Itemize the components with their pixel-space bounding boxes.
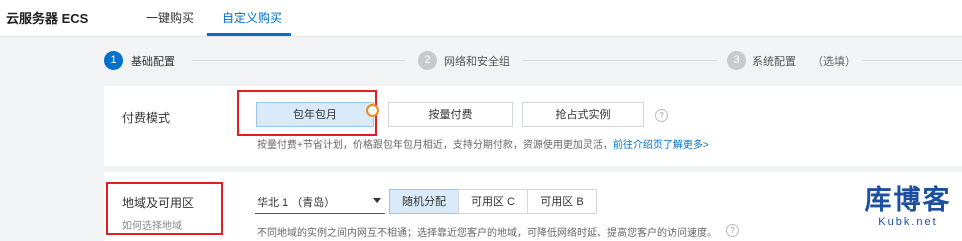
billing-section: 付费模式 包年包月 按量付费 抢占式实例 ? 按量付费+节省计划，价格跟包年包月… xyxy=(104,86,962,166)
tab-one-click-buy[interactable]: 一键购买 xyxy=(146,9,194,26)
step-connector xyxy=(522,60,717,61)
highlight-box xyxy=(106,182,223,235)
tab-custom-buy[interactable]: 自定义购买 xyxy=(222,9,282,26)
question-icon[interactable]: ? xyxy=(655,109,668,122)
caret-down-icon xyxy=(373,198,381,203)
active-tab-indicator xyxy=(207,33,291,36)
region-section: 地域及可用区 如何选择地域 华北 1 （青岛） 随机分配 可用区 C 可用区 B… xyxy=(104,172,962,241)
region-selected-value: 华北 1 （青岛） xyxy=(257,197,336,209)
step-3-number[interactable]: 3 xyxy=(727,51,746,70)
step-3-optional-note: （选填） xyxy=(812,56,856,68)
step-connector xyxy=(192,60,405,61)
step-2-label[interactable]: 网络和安全组 xyxy=(444,53,510,69)
billing-option-pay-as-you-go[interactable]: 按量付费 xyxy=(388,102,513,127)
app-title: 云服务器 ECS xyxy=(6,11,89,26)
region-description: 不同地域的实例之间内网互不相通；选择靠近您客户的地域，可降低网络时延、提高您客户… xyxy=(257,228,717,239)
step-1-label[interactable]: 基础配置 xyxy=(131,53,175,69)
region-select[interactable]: 华北 1 （青岛） xyxy=(255,189,385,214)
billing-label: 付费模式 xyxy=(122,111,171,125)
step-3-label[interactable]: 系统配置 xyxy=(752,53,796,69)
step-2-number[interactable]: 2 xyxy=(418,51,437,70)
step-1-number[interactable]: 1 xyxy=(104,51,123,70)
watermark-en-text: Kubk.net xyxy=(878,216,938,228)
purchase-stepper: 1 基础配置 2 网络和安全组 3 系统配置 （选填） xyxy=(0,44,962,76)
top-navigation-bar: 云服务器 ECS 一键购买 自定义购买 xyxy=(0,0,962,37)
billing-option-preemptible[interactable]: 抢占式实例 xyxy=(522,102,644,127)
billing-description: 按量付费+节省计划，价格跟包年包月相近，支持分期付款，资源使用更加灵活，前往介绍… xyxy=(257,136,709,151)
watermark-cn-text: 库博客 xyxy=(864,185,952,216)
cursor-ring-icon xyxy=(366,104,379,117)
zone-option-random[interactable]: 随机分配 xyxy=(389,189,459,214)
learn-more-link[interactable]: 前往介绍页了解更多> xyxy=(613,140,709,151)
watermark-logo: 库博客 Kubk.net xyxy=(858,185,958,229)
zone-option-c[interactable]: 可用区 C xyxy=(458,189,528,214)
question-icon[interactable]: ? xyxy=(726,224,739,237)
highlight-box xyxy=(237,90,377,136)
step-connector xyxy=(862,60,962,61)
billing-description-text: 按量付费+节省计划，价格跟包年包月相近，支持分期付款，资源使用更加灵活， xyxy=(257,140,613,151)
zone-option-b[interactable]: 可用区 B xyxy=(527,189,597,214)
